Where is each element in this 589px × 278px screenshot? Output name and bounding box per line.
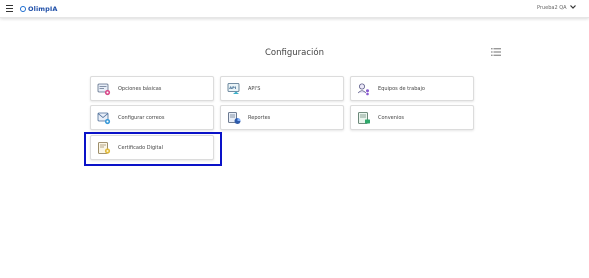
card-label: Reportes bbox=[248, 115, 271, 121]
email-config-icon bbox=[97, 112, 111, 125]
card-label: Equipos de trabajo bbox=[378, 86, 425, 92]
top-bar: OlimpIA Prueba2 QA bbox=[0, 0, 589, 18]
api-icon: API bbox=[227, 83, 240, 94]
card-configure-emails[interactable]: Configurar correos bbox=[90, 105, 214, 130]
card-apis[interactable]: API API'S bbox=[220, 76, 344, 101]
reports-icon bbox=[228, 112, 241, 124]
chevron-down-icon[interactable] bbox=[569, 3, 577, 11]
card-work-teams[interactable]: Equipos de trabajo bbox=[350, 76, 474, 101]
svg-text:API: API bbox=[229, 86, 236, 90]
logo-ring-icon bbox=[20, 5, 26, 12]
card-reports[interactable]: Reportes bbox=[220, 105, 344, 130]
list-view-icon[interactable] bbox=[491, 47, 501, 57]
card-label: Configurar correos bbox=[118, 115, 165, 121]
work-teams-icon bbox=[357, 83, 369, 96]
brand-name: OlimpIA bbox=[28, 4, 58, 13]
menu-icon[interactable] bbox=[6, 5, 13, 13]
selection-highlight bbox=[84, 132, 222, 166]
user-name[interactable]: Prueba2 QA bbox=[537, 5, 567, 11]
card-agreements[interactable]: Convenios bbox=[350, 105, 474, 130]
card-label: Opciones básicas bbox=[118, 86, 162, 92]
basic-options-icon bbox=[97, 83, 111, 96]
card-label: Convenios bbox=[378, 115, 404, 121]
card-label: API'S bbox=[248, 86, 261, 92]
card-basic-options[interactable]: Opciones básicas bbox=[90, 76, 214, 101]
brand-logo[interactable]: OlimpIA bbox=[20, 3, 58, 14]
agreements-icon bbox=[358, 112, 370, 124]
